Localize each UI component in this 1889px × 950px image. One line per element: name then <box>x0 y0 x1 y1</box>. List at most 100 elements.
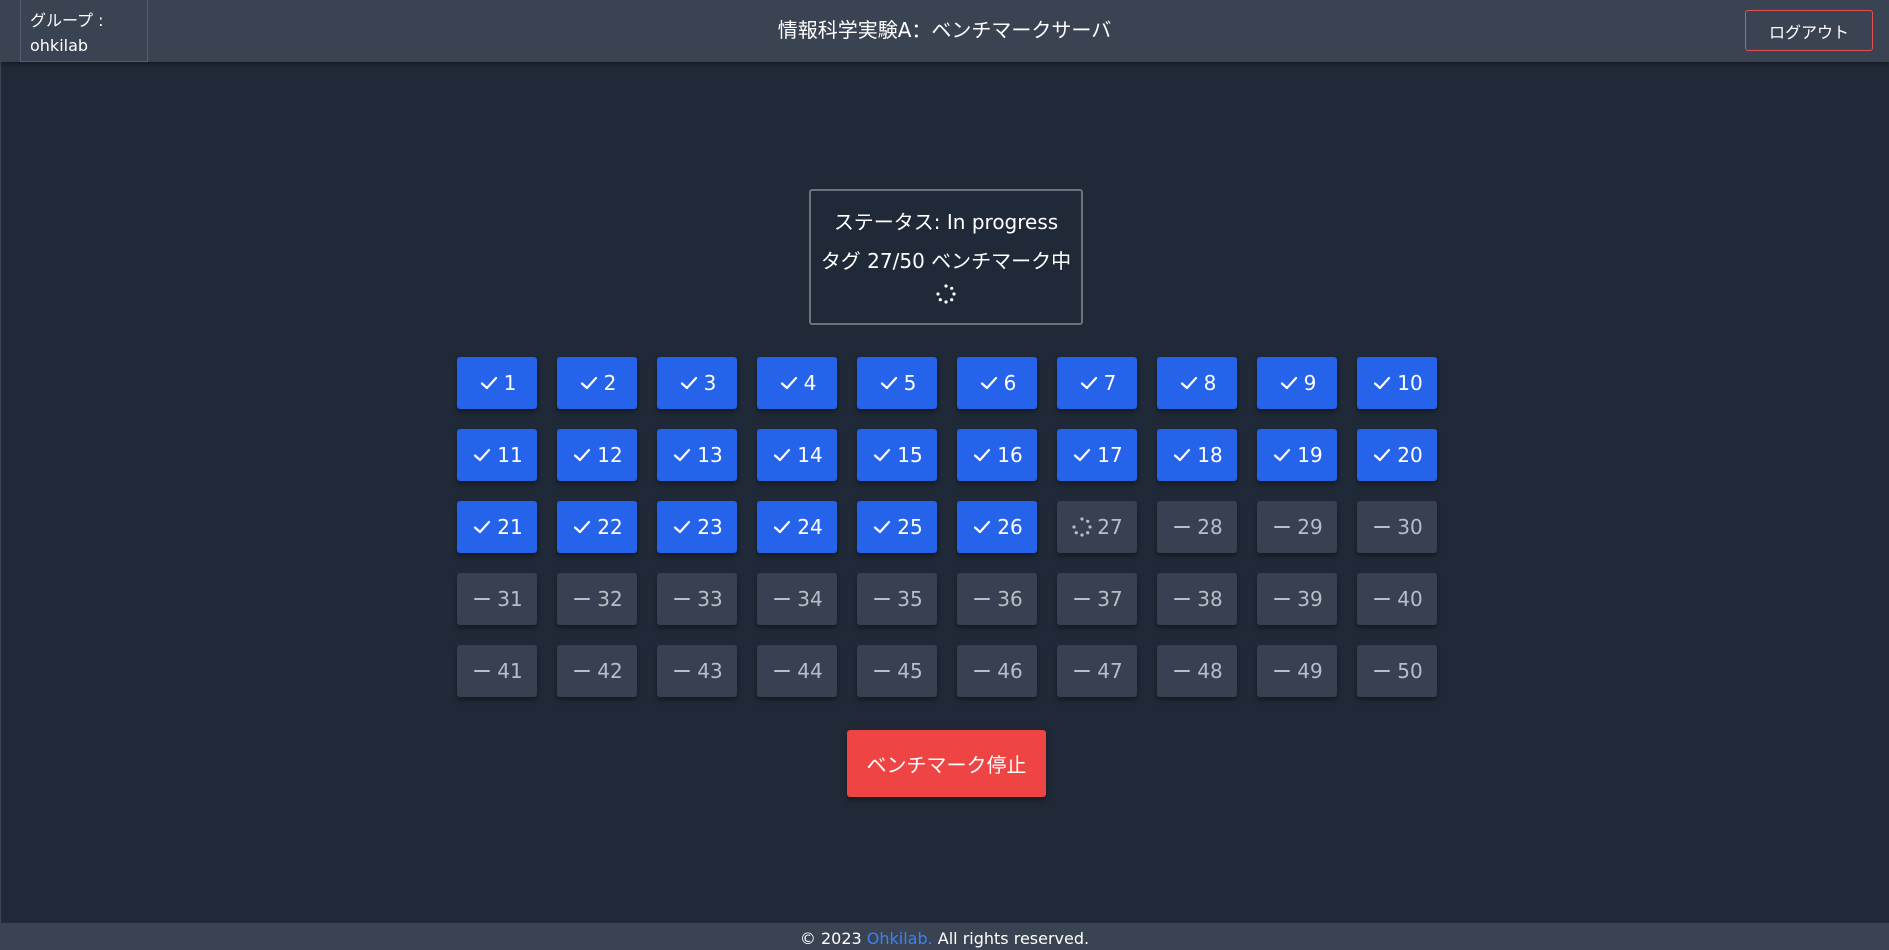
tag-number: 8 <box>1203 371 1217 395</box>
dash-icon <box>471 660 493 682</box>
tag-button-24[interactable]: 24 <box>757 501 837 553</box>
tag-number: 17 <box>1097 443 1123 467</box>
tag-button-49[interactable]: 49 <box>1257 645 1337 697</box>
tag-number: 25 <box>897 515 923 539</box>
check-icon <box>878 372 900 394</box>
tag-button-30[interactable]: 30 <box>1357 501 1437 553</box>
tag-button-12[interactable]: 12 <box>557 429 637 481</box>
tag-number: 11 <box>497 443 523 467</box>
tag-button-36[interactable]: 36 <box>957 573 1037 625</box>
check-icon <box>571 444 593 466</box>
tag-button-42[interactable]: 42 <box>557 645 637 697</box>
tag-number: 39 <box>1297 587 1323 611</box>
dash-icon <box>571 660 593 682</box>
tag-number: 36 <box>997 587 1023 611</box>
tag-number: 10 <box>1397 371 1423 395</box>
dash-icon <box>771 660 793 682</box>
tag-button-14[interactable]: 14 <box>757 429 837 481</box>
check-icon <box>871 444 893 466</box>
tag-button-44[interactable]: 44 <box>757 645 837 697</box>
tag-button-4[interactable]: 4 <box>757 357 837 409</box>
tag-number: 4 <box>803 371 817 395</box>
tag-button-34[interactable]: 34 <box>757 573 837 625</box>
tag-number: 12 <box>597 443 623 467</box>
tag-number: 40 <box>1397 587 1423 611</box>
status-panel: ステータス: In progress タグ 27/50 ベンチマーク中 <box>809 189 1083 325</box>
tag-button-16[interactable]: 16 <box>957 429 1037 481</box>
tag-number: 16 <box>997 443 1023 467</box>
tag-button-46[interactable]: 46 <box>957 645 1037 697</box>
tag-number: 27 <box>1097 515 1123 539</box>
status-text: ステータス: In progress <box>833 210 1059 234</box>
tag-button-31[interactable]: 31 <box>457 573 537 625</box>
tag-number: 44 <box>797 659 823 683</box>
tag-button-41[interactable]: 41 <box>457 645 537 697</box>
tag-button-47[interactable]: 47 <box>1057 645 1137 697</box>
tag-button-5[interactable]: 5 <box>857 357 937 409</box>
tag-button-35[interactable]: 35 <box>857 573 937 625</box>
tag-button-45[interactable]: 45 <box>857 645 937 697</box>
tag-button-17[interactable]: 17 <box>1057 429 1137 481</box>
tag-button-18[interactable]: 18 <box>1157 429 1237 481</box>
tag-button-25[interactable]: 25 <box>857 501 937 553</box>
tag-button-43[interactable]: 43 <box>657 645 737 697</box>
tag-number: 37 <box>1097 587 1123 611</box>
tag-button-2[interactable]: 2 <box>557 357 637 409</box>
tag-button-11[interactable]: 11 <box>457 429 537 481</box>
tag-button-37[interactable]: 37 <box>1057 573 1137 625</box>
tag-button-48[interactable]: 48 <box>1157 645 1237 697</box>
tag-button-28[interactable]: 28 <box>1157 501 1237 553</box>
check-icon <box>478 372 500 394</box>
tag-button-13[interactable]: 13 <box>657 429 737 481</box>
check-icon <box>1278 372 1300 394</box>
stop-benchmark-button[interactable]: ベンチマーク停止 <box>847 730 1046 797</box>
tag-button-26[interactable]: 26 <box>957 501 1037 553</box>
dash-icon <box>1371 516 1393 538</box>
tag-button-1[interactable]: 1 <box>457 357 537 409</box>
tag-number: 20 <box>1397 443 1423 467</box>
tag-number: 2 <box>603 371 617 395</box>
tag-button-29[interactable]: 29 <box>1257 501 1337 553</box>
tag-number: 41 <box>497 659 523 683</box>
check-icon <box>678 372 700 394</box>
tag-number: 5 <box>903 371 917 395</box>
tag-button-6[interactable]: 6 <box>957 357 1037 409</box>
tag-button-27[interactable]: 27 <box>1057 501 1137 553</box>
tag-button-23[interactable]: 23 <box>657 501 737 553</box>
tag-button-40[interactable]: 40 <box>1357 573 1437 625</box>
tag-button-22[interactable]: 22 <box>557 501 637 553</box>
tag-button-20[interactable]: 20 <box>1357 429 1437 481</box>
page-title: 情報科学実験A：ベンチマークサーバ <box>777 18 1112 42</box>
tag-number: 32 <box>597 587 623 611</box>
tag-button-33[interactable]: 33 <box>657 573 737 625</box>
dash-icon <box>1271 516 1293 538</box>
dash-icon <box>1271 588 1293 610</box>
tag-button-21[interactable]: 21 <box>457 501 537 553</box>
tag-button-50[interactable]: 50 <box>1357 645 1437 697</box>
tag-number: 28 <box>1197 515 1223 539</box>
tag-number: 21 <box>497 515 523 539</box>
tag-number: 22 <box>597 515 623 539</box>
logout-button[interactable]: ログアウト <box>1745 10 1873 51</box>
tag-number: 38 <box>1197 587 1223 611</box>
dash-icon <box>1271 660 1293 682</box>
tag-number: 23 <box>697 515 723 539</box>
tag-number: 15 <box>897 443 923 467</box>
tag-button-3[interactable]: 3 <box>657 357 737 409</box>
dash-icon <box>771 588 793 610</box>
tag-button-9[interactable]: 9 <box>1257 357 1337 409</box>
tag-button-38[interactable]: 38 <box>1157 573 1237 625</box>
brand-link[interactable]: Ohkilab. <box>867 929 933 948</box>
dash-icon <box>1071 660 1093 682</box>
dash-icon <box>1371 588 1393 610</box>
dash-icon <box>671 660 693 682</box>
tag-button-32[interactable]: 32 <box>557 573 637 625</box>
tag-button-8[interactable]: 8 <box>1157 357 1237 409</box>
tag-button-7[interactable]: 7 <box>1057 357 1137 409</box>
tag-button-10[interactable]: 10 <box>1357 357 1437 409</box>
tag-button-19[interactable]: 19 <box>1257 429 1337 481</box>
tag-button-39[interactable]: 39 <box>1257 573 1337 625</box>
spinner-icon <box>935 283 957 309</box>
check-icon <box>978 372 1000 394</box>
tag-button-15[interactable]: 15 <box>857 429 937 481</box>
